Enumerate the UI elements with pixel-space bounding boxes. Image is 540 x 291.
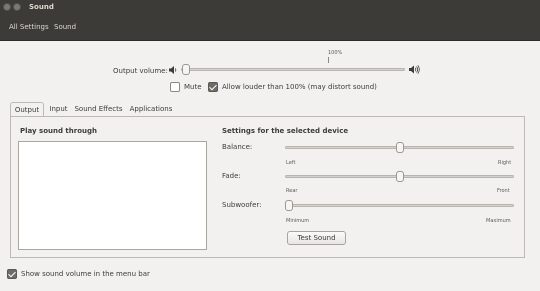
subwoofer-label: Subwoofer: bbox=[222, 201, 262, 209]
volume-100-tick bbox=[328, 57, 329, 63]
test-sound-button-label: Test Sound bbox=[297, 234, 336, 242]
fade-slider-thumb[interactable] bbox=[396, 171, 404, 182]
all-settings-button[interactable]: All Settings bbox=[9, 23, 49, 31]
play-sound-through-heading: Play sound through bbox=[20, 127, 97, 135]
mute-checkbox[interactable] bbox=[170, 82, 180, 92]
tab-sound-effects-label: Sound Effects bbox=[74, 105, 123, 113]
allow-louder-label: Allow louder than 100% (may distort soun… bbox=[222, 83, 377, 91]
test-sound-button[interactable]: Test Sound bbox=[287, 231, 346, 245]
tab-output-label: Output bbox=[14, 106, 40, 114]
show-volume-in-menu-bar-checkbox[interactable] bbox=[7, 269, 17, 279]
subwoofer-slider-thumb[interactable] bbox=[285, 200, 293, 211]
volume-100-marker-label: 100% bbox=[328, 50, 343, 56]
subwoofer-minimum-label: Minimum bbox=[286, 218, 310, 224]
tab-input[interactable]: Input bbox=[46, 102, 71, 116]
speaker-low-icon bbox=[169, 66, 177, 74]
tab-sound-effects[interactable]: Sound Effects bbox=[73, 102, 124, 116]
tab-input-label: Input bbox=[49, 105, 68, 113]
speaker-high-icon bbox=[409, 65, 420, 74]
balance-left-label: Left bbox=[286, 160, 296, 166]
fade-front-label: Front bbox=[497, 188, 510, 194]
title-bar: Sound bbox=[0, 0, 540, 15]
minimize-window-button[interactable] bbox=[13, 3, 21, 11]
fade-label: Fade: bbox=[222, 172, 241, 180]
output-volume-slider-thumb[interactable] bbox=[182, 64, 190, 75]
settings-header: All Settings Sound bbox=[0, 15, 540, 41]
show-volume-in-menu-bar-label: Show sound volume in the menu bar bbox=[21, 270, 150, 278]
device-settings-heading: Settings for the selected device bbox=[222, 127, 349, 135]
breadcrumb-sound[interactable]: Sound bbox=[54, 23, 76, 31]
balance-slider-thumb[interactable] bbox=[396, 142, 404, 153]
tab-applications-label: Applications bbox=[129, 105, 173, 113]
fade-rear-label: Rear bbox=[286, 188, 298, 194]
output-volume-label: Output volume: bbox=[113, 67, 168, 75]
balance-right-label: Right bbox=[498, 160, 512, 166]
close-window-button[interactable] bbox=[3, 3, 11, 11]
balance-label: Balance: bbox=[222, 143, 253, 151]
allow-louder-checkbox[interactable] bbox=[208, 82, 218, 92]
mute-label: Mute bbox=[184, 83, 202, 91]
output-volume-slider[interactable] bbox=[181, 68, 405, 71]
window-title: Sound bbox=[29, 3, 54, 11]
tab-applications[interactable]: Applications bbox=[126, 102, 176, 116]
output-device-list[interactable] bbox=[18, 141, 207, 250]
subwoofer-slider[interactable] bbox=[285, 204, 514, 207]
subwoofer-maximum-label: Maximum bbox=[486, 218, 511, 224]
tab-output[interactable]: Output bbox=[10, 102, 44, 117]
